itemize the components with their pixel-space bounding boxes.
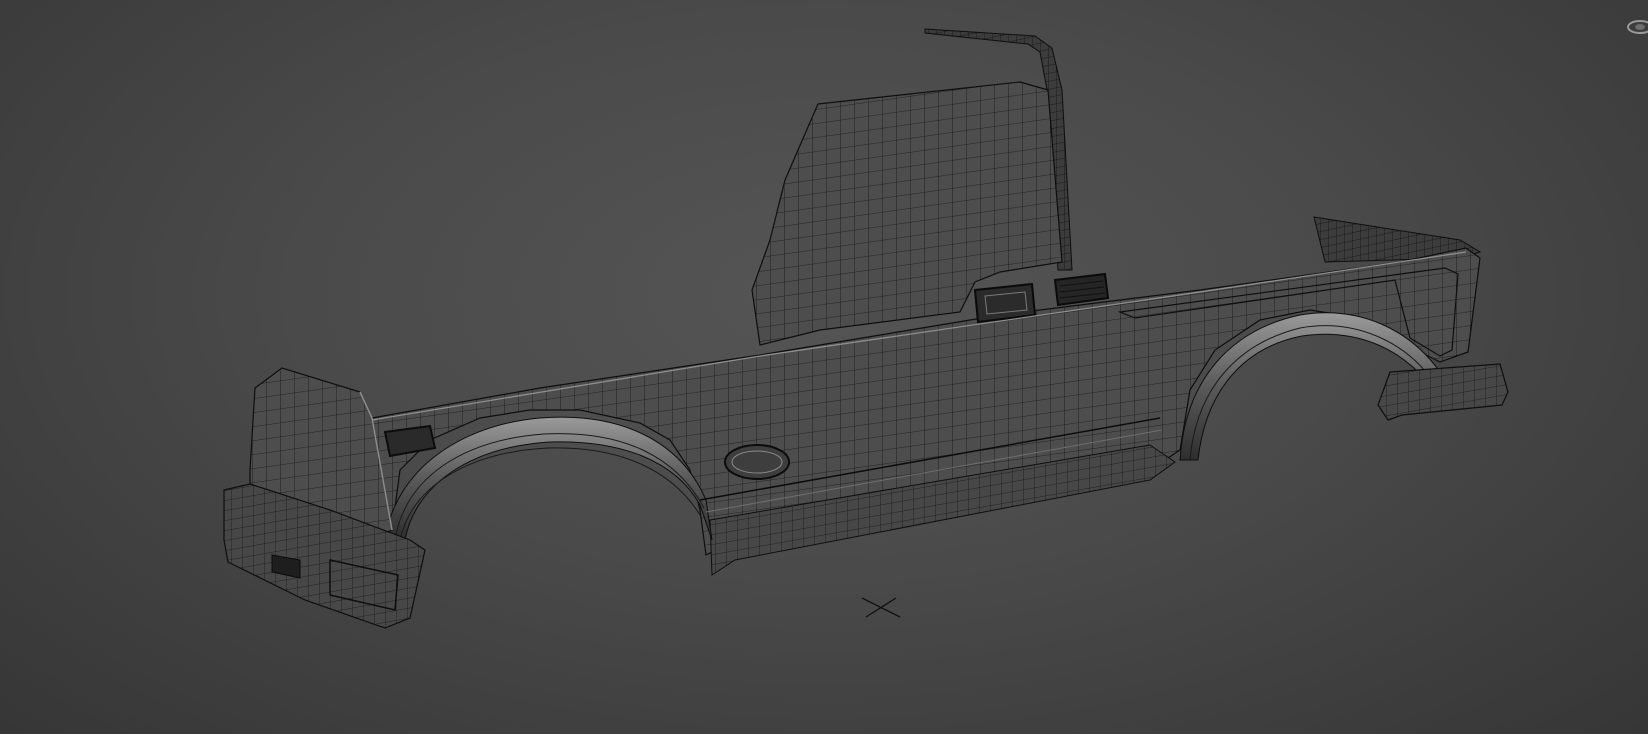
3d-viewport[interactable]	[0, 0, 1648, 734]
viewport-scene[interactable]	[0, 0, 1648, 734]
x-cross-icon	[861, 597, 901, 618]
side-marker-light[interactable]	[383, 424, 437, 458]
door-handle-recess[interactable]	[724, 444, 790, 480]
rear-bumper[interactable]	[1377, 363, 1509, 421]
viewcube-icon[interactable]	[1622, 14, 1648, 40]
